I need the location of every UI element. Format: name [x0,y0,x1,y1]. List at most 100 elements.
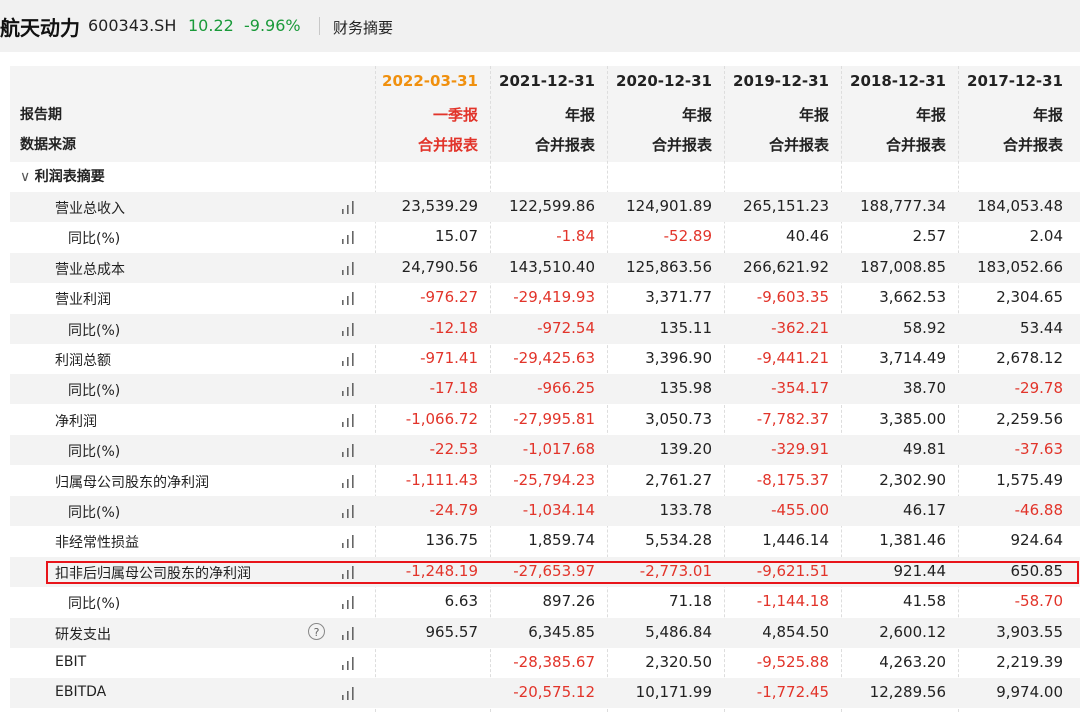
table-row: 净利润 -1,066.72 -27,995.81 3,050.73 -7,782.37 3… [10,405,1080,435]
bar-chart-icon[interactable] [340,596,356,610]
table-cell: -1,066.72 [405,409,478,428]
table-cell: 3,903.55 [996,622,1063,641]
table-cell: 46.17 [903,501,946,519]
table-cell: 3,050.73 [645,409,712,428]
table-cell: -971.41 [420,349,478,367]
table-cell: -25,794.23 [513,470,595,489]
row-label: 营业总收入 [55,201,125,217]
chevron-down-icon[interactable]: ∨ [20,169,35,185]
table-cell: 135.11 [659,318,713,337]
financial-summary-table: 报告期 数据来源 ∨ 利润表摘要 2022-03-31 一季报 合并报表 2021-1… [10,66,1080,712]
bar-chart-icon[interactable] [340,474,356,488]
table-cell: 1,446.14 [762,531,829,550]
table-cell: 2,219.39 [996,653,1063,671]
table-row: 同比(%) -24.79 -1,034.14 133.78 -455.00 46.17 -4… [10,496,1080,526]
table-row: 利润总额 -971.41 -29,425.63 3,396.90 -9,441.21 3,… [10,344,1080,374]
table-cell: -22.53 [429,440,478,459]
table-cell: 188,777.34 [860,197,946,215]
table-cell: 2,761.27 [645,470,712,489]
column-period: 年报 [564,106,595,124]
row-label: 同比(%) [68,596,121,613]
bar-chart-icon[interactable] [340,231,356,245]
bar-chart-icon[interactable] [340,657,356,670]
table-cell: 3,396.90 [645,349,712,367]
income-statement-section[interactable]: ∨ 利润表摘要 [10,162,1080,190]
table-cell: 135.98 [659,379,713,398]
column-date: 2021-12-31 [499,72,595,90]
row-label: 归属母公司股东的净利润 [55,474,209,491]
row-label: EBIT [55,654,87,670]
table-cell: -29.78 [1014,379,1063,398]
table-cell: 3,371.77 [645,288,712,307]
bar-chart-icon[interactable] [340,383,356,397]
bar-chart-icon[interactable] [340,322,356,336]
row-label: 同比(%) [68,505,121,521]
bar-chart-icon[interactable] [340,292,356,306]
table-cell: 3,385.00 [879,409,946,428]
table-cell: 2.04 [1029,227,1063,246]
table-cell: 124,901.89 [626,197,712,215]
table-cell: -9,603.35 [756,288,829,307]
table-cell: -362.21 [771,318,829,337]
table-cell: -354.17 [771,379,829,398]
bar-chart-icon[interactable] [340,687,356,701]
help-icon[interactable]: ? [308,622,325,640]
table-cell: 265,151.23 [743,197,829,215]
period-row-label: 报告期 [20,107,62,123]
column-date: 2022-03-31 [382,72,478,90]
bar-chart-icon[interactable] [340,201,356,214]
table-cell: 24,790.56 [401,257,478,276]
table-cell: 41.58 [903,592,946,611]
table-cell: 71.18 [669,592,712,611]
table-cell: -58.70 [1014,592,1063,611]
table-row: EBIT -28,385.67 2,320.50 -9,525.88 4,263.20 2… [10,648,1080,678]
table-cell: 1,575.49 [996,470,1063,489]
table-row: 研发支出? 965.57 6,345.85 5,486.84 4,854.50 2,600… [10,617,1080,648]
table-cell: 139.20 [659,440,713,459]
table-cell: 2,302.90 [879,470,946,489]
table-cell: 9,974.00 [996,683,1063,702]
table-cell: -29,419.93 [513,288,595,307]
bar-chart-icon[interactable] [340,505,356,518]
table-cell: 1,381.46 [879,531,946,550]
bar-chart-icon[interactable] [340,535,356,549]
header-divider [319,17,320,35]
bar-chart-icon[interactable] [340,626,356,640]
table-cell: -28,385.67 [513,653,595,671]
row-label: 同比(%) [68,322,121,339]
table-cell: 2,320.50 [645,653,712,671]
column-source: 合并报表 [651,136,712,154]
table-cell: 12,289.56 [869,683,946,702]
table-cell: 4,263.20 [879,653,946,671]
table-cell: -9,525.88 [756,653,829,671]
bar-chart-icon[interactable] [340,353,356,366]
table-cell: 2,304.65 [996,288,1063,307]
bar-chart-icon[interactable] [340,413,356,427]
column-date: 2017-12-31 [967,72,1063,90]
bar-chart-icon[interactable] [340,261,356,275]
table-cell: 4,854.50 [762,622,829,641]
table-cell: -37.63 [1014,440,1063,459]
table-row: 同比(%) -17.18 -966.25 135.98 -354.17 38.70 -29.… [10,374,1080,405]
financial-summary-tab[interactable]: 财务摘要 [333,17,393,38]
row-label: 同比(%) [68,444,121,461]
table-cell: 3,662.53 [879,288,946,307]
income-statement-section-label[interactable]: ∨ 利润表摘要 [20,166,105,186]
table-cell: -7,782.37 [756,409,829,428]
table-cell: -972.54 [537,318,595,337]
column-date: 2019-12-31 [733,72,829,90]
table-row: 营业总收入 23,539.29 122,599.86 124,901.89 265,15… [10,192,1080,222]
table-cell: 40.46 [786,227,829,246]
table-row: EBITDA -20,575.12 10,171.99 -1,772.45 12,289… [10,678,1080,709]
table-cell: 2,259.56 [996,409,1063,428]
column-period: 年报 [915,106,946,124]
table-cell: 924.64 [1010,531,1064,550]
table-cell: -1,772.45 [756,683,829,702]
table-cell: -20,575.12 [513,683,595,702]
table-cell: 183,052.66 [977,257,1063,276]
bar-chart-icon[interactable] [340,444,356,458]
row-label: 利润总额 [55,353,111,369]
source-row-label: 数据来源 [20,137,76,153]
table-row: 同比(%) 15.07 -1.84 -52.89 40.46 2.57 2.04 [10,222,1080,252]
table-row: 非经常性损益 136.75 1,859.74 5,534.28 1,446.14 1,38… [10,526,1080,556]
